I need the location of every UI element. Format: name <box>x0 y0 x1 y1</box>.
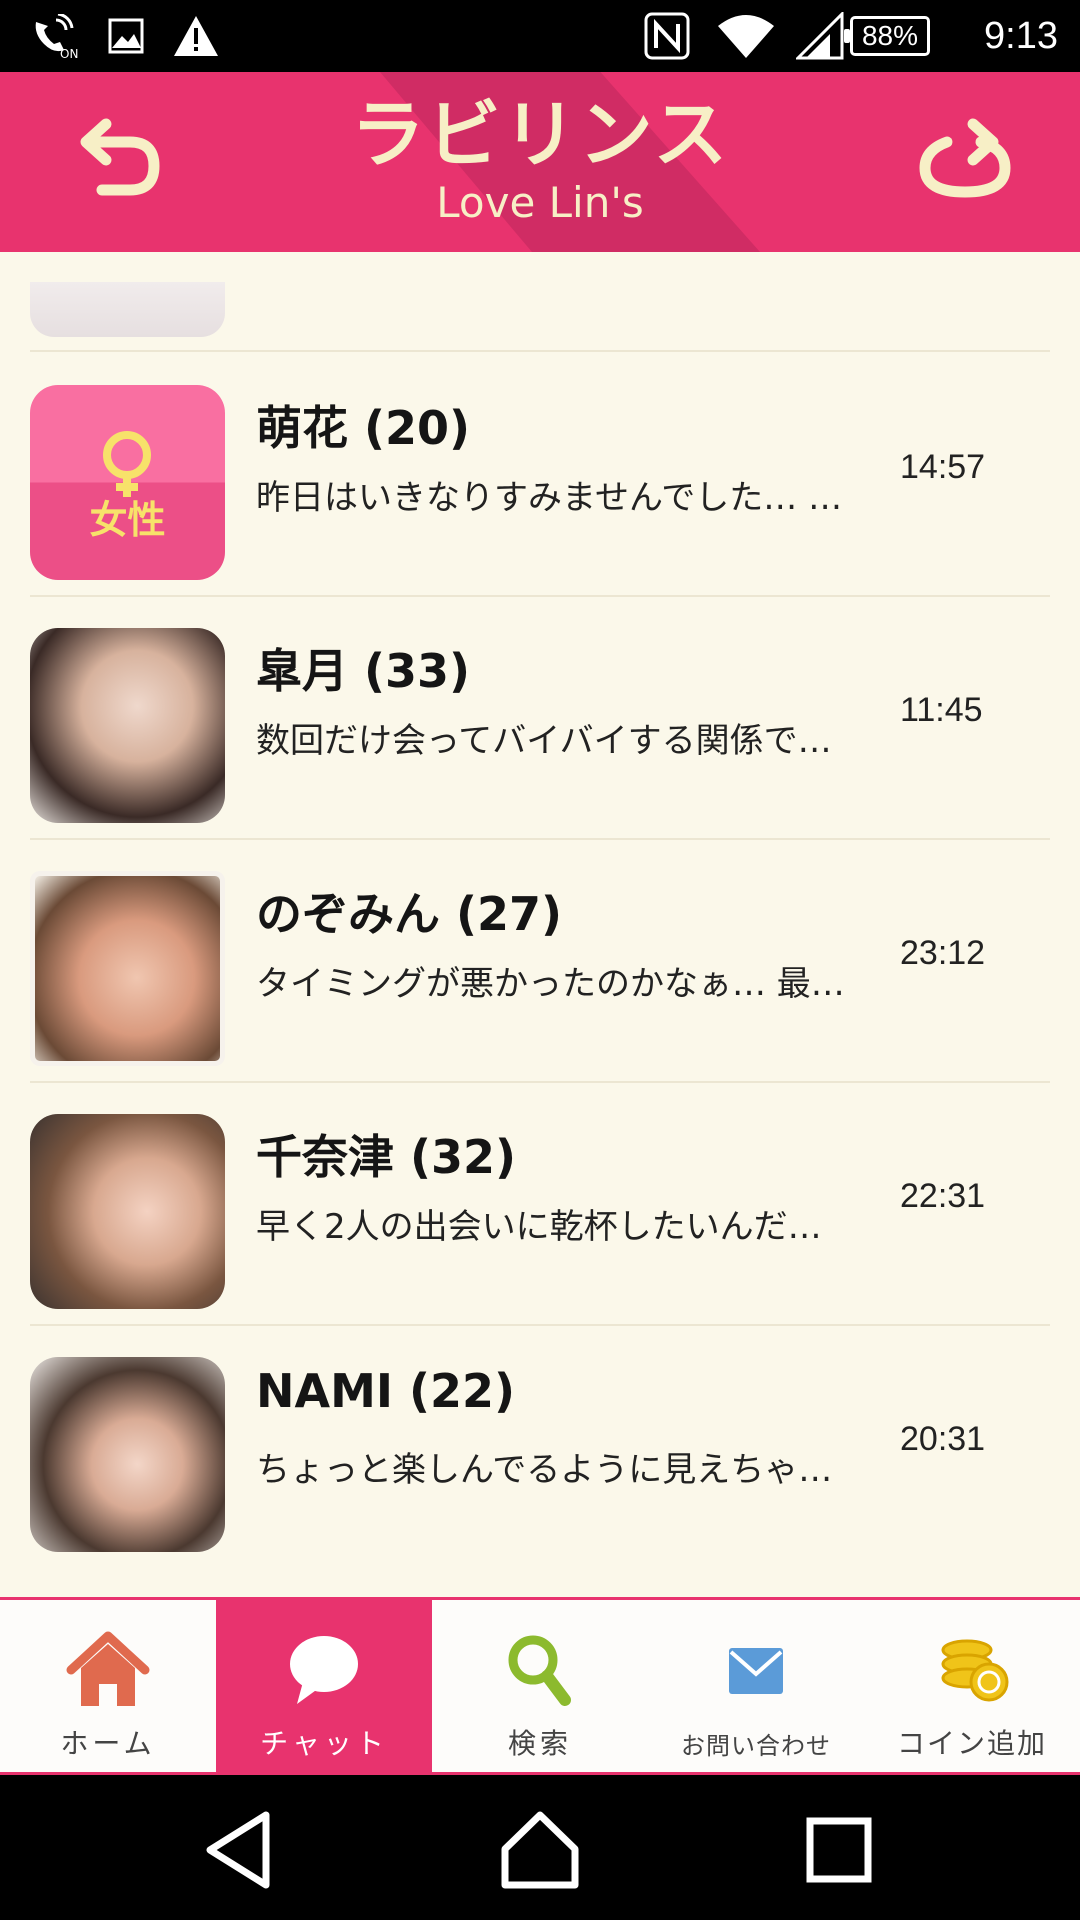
system-nav-bar <box>0 1775 1080 1920</box>
image-icon <box>108 18 144 54</box>
chat-name: のぞみん (27) <box>256 887 563 941</box>
chat-name: 千奈津 (32) <box>256 1130 517 1184</box>
chat-preview: 昨日はいきなりすみませんでした… … <box>256 478 843 518</box>
tab-label: ホーム <box>60 1727 156 1760</box>
avatar-photo <box>30 1114 225 1309</box>
chat-list-item[interactable]: 皐月 (33) 数回だけ会ってバイバイする関係で… 11:45 <box>0 595 1080 838</box>
tab-contact[interactable]: お問い合わせ <box>648 1600 864 1772</box>
chat-list-item[interactable]: 千奈津 (32) 早く2人の出会いに乾杯したいんだ… 22:31 <box>0 1081 1080 1324</box>
screen: ON 88% 9:13 ラビリンス Love Lin's 女性 萌花 (20) … <box>0 0 1080 1920</box>
call-on-icon: ON <box>35 14 78 58</box>
home-nav-icon[interactable] <box>495 1805 585 1895</box>
chat-time: 22:31 <box>900 1177 986 1215</box>
chat-name: NAMI (22) <box>256 1364 516 1418</box>
chat-name: 萌花 (20) <box>256 401 471 455</box>
recents-nav-icon[interactable] <box>794 1805 884 1895</box>
chat-time: 11:45 <box>900 691 983 729</box>
avatar-female-placeholder: 女性 <box>30 385 225 580</box>
chat-name: 皐月 (33) <box>256 644 471 698</box>
nfc-icon <box>644 12 690 60</box>
home-icon <box>66 1631 150 1706</box>
avatar-photo <box>30 871 225 1066</box>
bottom-tab-bar: ホーム チャット 検索 お問い合わせ コイン追加 <box>0 1597 1080 1775</box>
female-symbol-icon <box>103 431 151 497</box>
tab-home[interactable]: ホーム <box>0 1600 216 1772</box>
chat-preview: 数回だけ会ってバイバイする関係で… <box>256 721 832 761</box>
chat-list-item[interactable]: のぞみん (27) タイミングが悪かったのかなぁ… 最… 23:12 <box>0 838 1080 1081</box>
avatar-partial[interactable] <box>30 282 225 337</box>
battery-indicator: 88% <box>844 0 930 72</box>
chat-preview: ちょっと楽しんでるように見えちゃ… <box>256 1450 833 1490</box>
refresh-icon <box>919 118 1011 198</box>
clock: 9:13 <box>984 14 1058 57</box>
chat-time: 23:12 <box>900 934 986 972</box>
chat-list[interactable]: 女性 萌花 (20) 昨日はいきなりすみませんでした… … 14:57 皐月 (… <box>0 252 1080 1597</box>
app-header: ラビリンス Love Lin's <box>0 72 1080 252</box>
wifi-icon <box>718 15 774 58</box>
tab-label: お問い合わせ <box>681 1732 831 1760</box>
chat-list-item[interactable]: 女性 萌花 (20) 昨日はいきなりすみませんでした… … 14:57 <box>0 352 1080 595</box>
tab-label: 検索 <box>507 1727 572 1760</box>
chat-bubble-icon <box>290 1636 358 1704</box>
chat-list-item[interactable]: NAMI (22) ちょっと楽しんでるように見えちゃ… 20:31 <box>0 1324 1080 1567</box>
tab-label: チャット <box>260 1727 388 1760</box>
battery-level: 88% <box>844 16 930 56</box>
chat-preview: タイミングが悪かったのかなぁ… 最… <box>256 964 845 1004</box>
status-bar: ON 88% 9:13 <box>0 0 1080 72</box>
chat-time: 14:57 <box>900 448 986 486</box>
tab-search[interactable]: 検索 <box>432 1600 648 1772</box>
avatar-photo <box>30 1357 225 1552</box>
back-nav-icon[interactable] <box>196 1805 286 1895</box>
tab-add-coins[interactable]: コイン追加 <box>864 1600 1080 1772</box>
refresh-button[interactable] <box>915 112 1015 212</box>
warning-icon <box>174 16 218 56</box>
avatar-photo <box>30 628 225 823</box>
back-button[interactable] <box>70 112 170 212</box>
chat-time: 20:31 <box>900 1420 986 1458</box>
chat-preview: 早く2人の出会いに乾杯したいんだ… <box>256 1207 822 1247</box>
mail-icon <box>729 1648 783 1694</box>
avatar-label: 女性 <box>89 498 166 542</box>
svg-text:ON: ON <box>60 47 78 58</box>
tab-chat[interactable]: チャット <box>216 1600 432 1772</box>
signal-icon <box>796 12 844 60</box>
search-icon <box>508 1635 571 1706</box>
coins-icon <box>941 1639 1009 1702</box>
tab-label: コイン追加 <box>896 1727 1047 1760</box>
back-arrow-icon <box>80 118 160 196</box>
